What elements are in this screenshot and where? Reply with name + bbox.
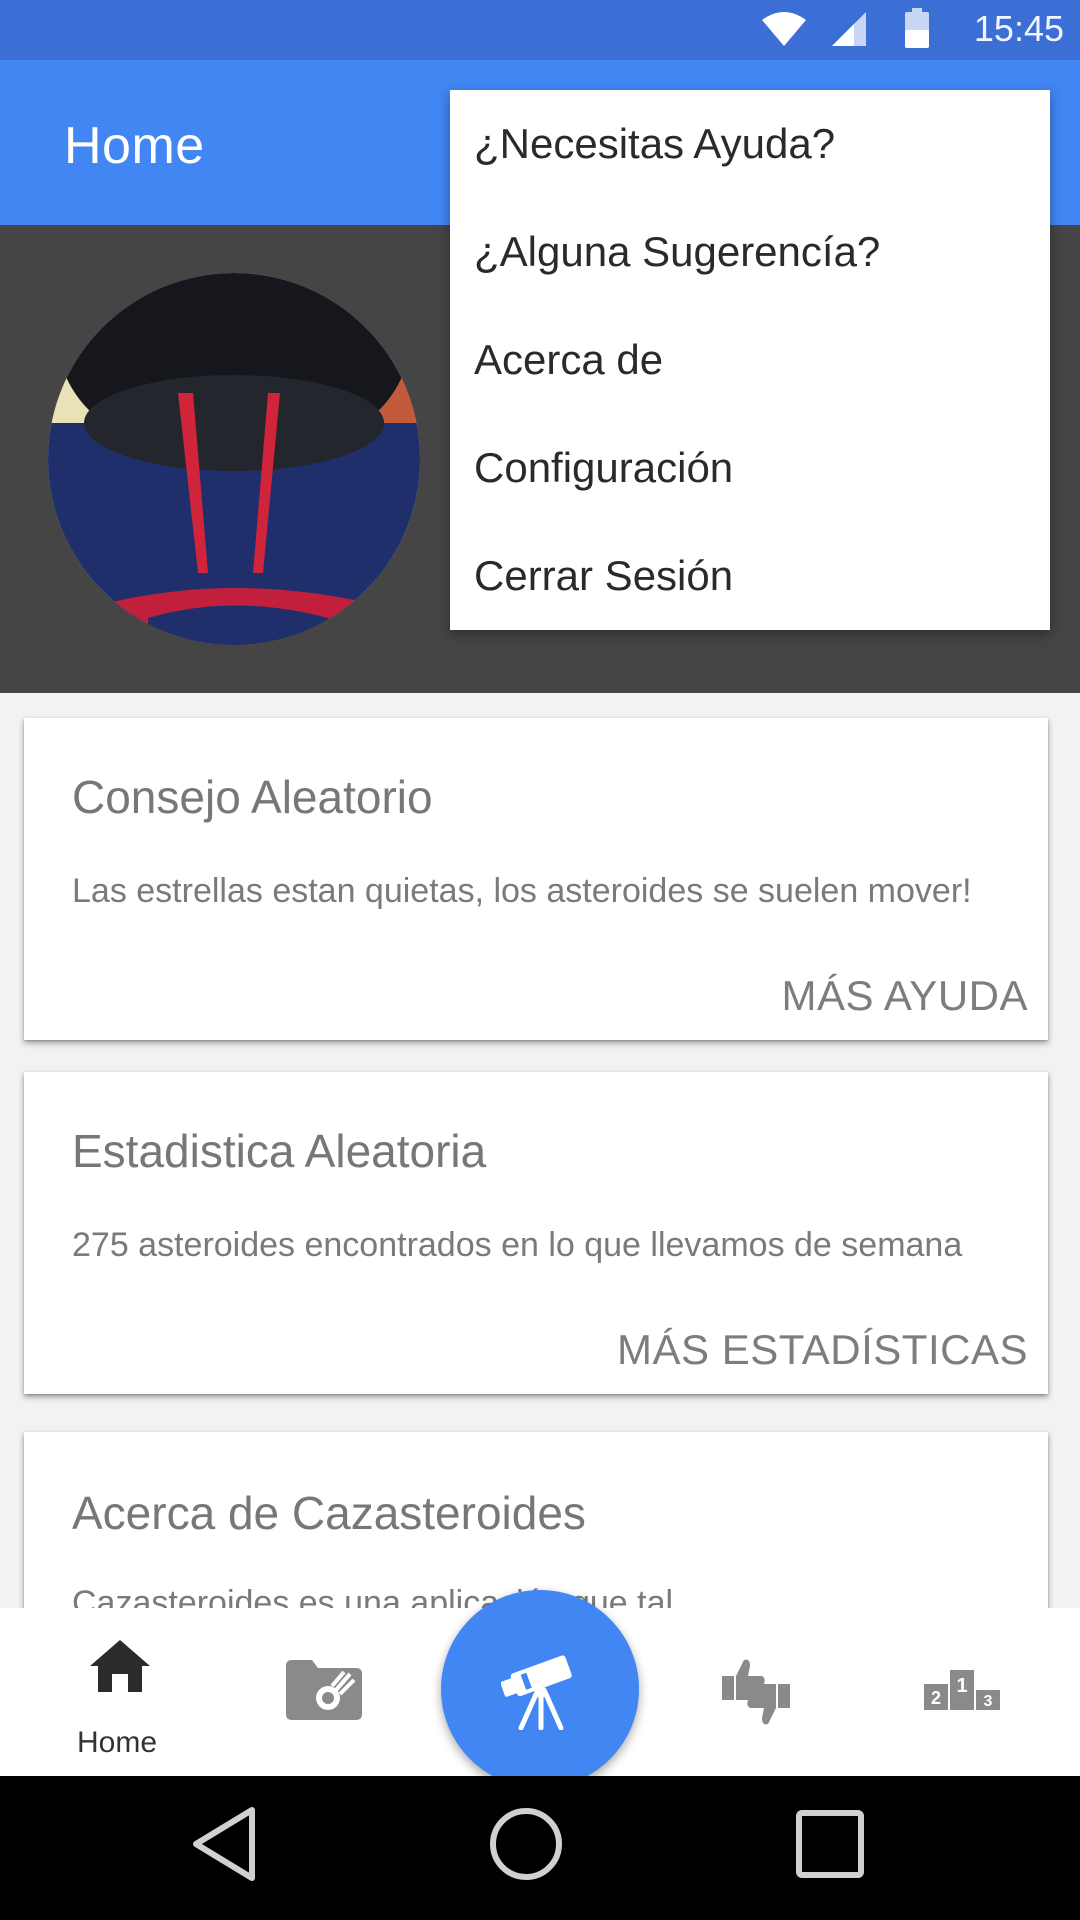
card-body: Las estrellas estan quietas, los asteroi… [72,872,972,910]
vote-icon [722,1659,790,1725]
avatar-image [48,273,420,645]
status-time: 15:45 [973,8,1064,49]
nav-asteroids[interactable] [250,1608,400,1776]
home-icon [90,1640,150,1692]
card-body: 275 asteroides encontrados en lo que lle… [72,1226,963,1264]
stats-card: Estadistica Aleatoria 275 asteroides enc… [24,1072,1048,1394]
home-circle-icon[interactable] [488,1806,564,1882]
tip-card: Consejo Aleatorio Las estrellas estan qu… [24,718,1048,1040]
system-navigation-bar [0,1776,1080,1920]
card-title: Acerca de Cazasteroides [72,1487,586,1539]
page-title: Home [64,117,205,175]
overflow-menu: ¿Necesitas Ayuda? ¿Alguna Sugerencía? Ac… [450,90,1050,630]
signal-icon [832,12,866,46]
battery-icon [905,8,929,48]
telescope-fab-button[interactable] [441,1590,639,1788]
telescope-icon [501,1655,572,1730]
podium-first: 1 [956,1675,967,1697]
nav-votes[interactable] [680,1608,840,1776]
asteroid-folder-icon [286,1660,362,1720]
menu-item-help[interactable]: ¿Necesitas Ayuda? [474,120,835,168]
back-icon[interactable] [190,1806,260,1882]
menu-item-logout[interactable]: Cerrar Sesión [474,552,733,600]
nav-ranking[interactable]: 2 1 3 [880,1608,1040,1776]
podium-icon: 2 1 3 [924,1670,1000,1710]
wifi-icon [762,12,806,46]
avatar[interactable] [48,273,420,645]
menu-item-suggestion[interactable]: ¿Alguna Sugerencía? [474,228,880,276]
podium-third: 3 [984,1693,993,1710]
card-title: Estadistica Aleatoria [72,1125,487,1177]
menu-item-settings[interactable]: Configuración [474,444,733,492]
card-title: Consejo Aleatorio [72,771,433,823]
more-stats-button[interactable]: MÁS ESTADÍSTICAS [617,1326,1028,1374]
recents-icon[interactable] [796,1810,864,1878]
podium-second: 2 [931,1688,941,1708]
more-help-button[interactable]: MÁS AYUDA [782,972,1028,1020]
nav-home-label: Home [77,1726,158,1759]
nav-home[interactable]: Home [0,1608,240,1776]
menu-item-about[interactable]: Acerca de [474,336,663,384]
status-bar: 15:45 [0,0,1080,60]
